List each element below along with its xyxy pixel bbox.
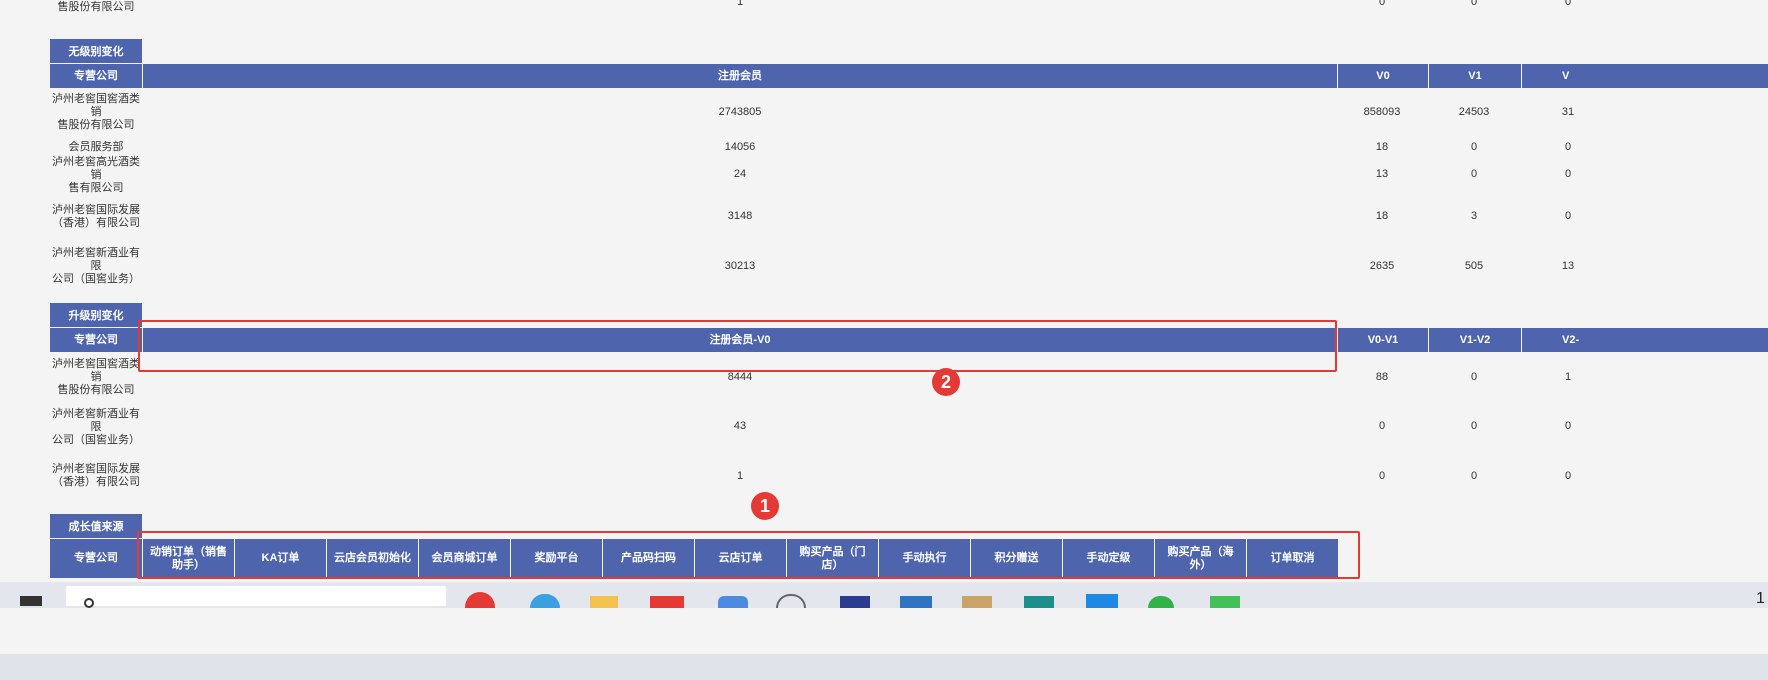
top-partial-company: 售股份有限公司 [57, 0, 135, 13]
column-header-v2-v3: V2- [1522, 328, 1614, 352]
column-header-company: 专营公司 [50, 64, 142, 88]
taskbar-app-icon[interactable] [1024, 596, 1054, 608]
column-header-v0: V0 [1338, 64, 1428, 88]
table-cell-v0: 858093 [1363, 105, 1401, 118]
column-header-company: 专营公司 [50, 328, 142, 352]
table-cell-registered: 14056 [724, 140, 756, 153]
table-cell-v1-v2: 0 [1470, 469, 1478, 482]
table-cell-registered-v0: 1 [736, 469, 744, 482]
taskbar-app-icon[interactable] [465, 592, 495, 608]
annotation-box-2 [138, 320, 1337, 372]
table-cell-registered-v0: 43 [733, 419, 747, 432]
table-cell-v0: 18 [1375, 209, 1389, 222]
taskbar-app-icon[interactable] [1210, 596, 1240, 608]
table-row-company: 泸州老窖新酒业有限 公司（国窖业务） [52, 407, 140, 446]
column-header-v1: V1 [1429, 64, 1521, 88]
table-cell-v1: 505 [1464, 259, 1484, 272]
section-label-growth-source: 成长值来源 [50, 514, 142, 538]
table-cell-v0: 13 [1375, 167, 1389, 180]
table-cell-v2-v3: 1 [1564, 370, 1572, 383]
taskbar-search-box[interactable] [66, 586, 446, 606]
table-row-company: 泸州老窖国窖酒类销 售股份有限公司 [52, 357, 140, 396]
annotation-box-1 [137, 531, 1360, 579]
taskbar-app-icon[interactable] [718, 596, 748, 608]
table-row-company: 泸州老窖国际发展 （香港）有限公司 [52, 463, 140, 488]
taskbar-app-icon[interactable] [900, 596, 932, 608]
table-cell-v1: 24503 [1458, 105, 1490, 118]
table-cell-v0: 2635 [1369, 259, 1395, 272]
taskbar-app-icon[interactable] [590, 596, 618, 608]
table-cell-registered: 24 [733, 167, 747, 180]
taskbar-app-icon[interactable] [650, 596, 684, 608]
taskbar-app-icon[interactable] [1148, 596, 1174, 608]
table-cell-v1: 3 [1470, 209, 1478, 222]
top-partial-value: 0 [1470, 0, 1478, 8]
taskbar-app-icon[interactable] [776, 594, 806, 608]
table-cell-v2: 13 [1561, 259, 1575, 272]
column-header-v0-v1: V0-V1 [1338, 328, 1428, 352]
table-cell-registered: 30213 [724, 259, 756, 272]
table-row-company: 泸州老窖国际发展 （香港）有限公司 [52, 204, 140, 229]
table-row-company: 泸州老窖国窖酒类销 售股份有限公司 [52, 92, 140, 131]
top-partial-value: 1 [736, 0, 744, 8]
table-row-company: 泸州老窖高光酒类销 售有限公司 [52, 155, 140, 194]
section-label-no-level-change: 无级别变化 [50, 39, 142, 63]
annotation-badge-2: 2 [932, 368, 960, 396]
taskbar [0, 654, 1768, 680]
table-cell-v2: 0 [1564, 209, 1572, 222]
windows-start-icon[interactable] [20, 596, 42, 606]
table-cell-v0-v1: 0 [1378, 469, 1386, 482]
column-header-v2: V [1522, 64, 1614, 88]
table-cell-v1: 0 [1470, 140, 1478, 153]
table-cell-registered: 3148 [727, 209, 753, 222]
table-cell-v2: 0 [1564, 140, 1572, 153]
table-cell-v2: 31 [1561, 105, 1575, 118]
taskbar-app-icon[interactable] [840, 596, 870, 608]
column-header-registered: 注册会员 [143, 64, 1337, 88]
table-cell-registered-v0: 8444 [727, 370, 753, 383]
taskbar-app-icon[interactable] [1086, 594, 1118, 608]
taskbar-tray-text: 1 [1756, 590, 1765, 607]
search-icon [84, 598, 94, 608]
table-cell-v0: 18 [1375, 140, 1389, 153]
table-cell-v2: 0 [1564, 167, 1572, 180]
taskbar-app-icon[interactable] [530, 594, 560, 608]
growth-column-header-company: 专营公司 [50, 539, 142, 578]
table-cell-v1-v2: 0 [1470, 370, 1478, 383]
table-row-company: 泸州老窖新酒业有限 公司（国窖业务） [52, 246, 140, 285]
taskbar-app-icon[interactable] [962, 596, 992, 608]
table-cell-v2-v3: 0 [1564, 469, 1572, 482]
column-header-v1-v2: V1-V2 [1429, 328, 1521, 352]
section-label-upgrade-change: 升级别变化 [50, 303, 142, 327]
table-cell-registered: 2743805 [718, 105, 762, 118]
table-row-company: 会员服务部 [68, 140, 124, 153]
top-partial-value: 0 [1564, 0, 1572, 8]
table-cell-v2-v3: 0 [1564, 419, 1572, 432]
annotation-badge-1: 1 [751, 492, 779, 520]
table-cell-v0-v1: 88 [1375, 370, 1389, 383]
table-cell-v1: 0 [1470, 167, 1478, 180]
table-cell-v1-v2: 0 [1470, 419, 1478, 432]
table-cell-v0-v1: 0 [1378, 419, 1386, 432]
top-partial-value: 0 [1378, 0, 1386, 8]
